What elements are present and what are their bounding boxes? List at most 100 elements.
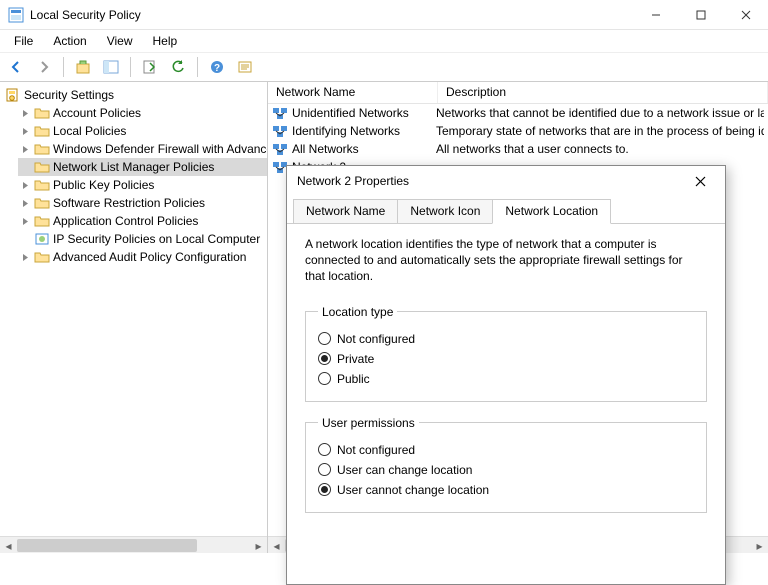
- location-description: A network location identifies the type o…: [305, 236, 685, 285]
- network-properties-dialog: Network 2 Properties Network Name Networ…: [286, 165, 726, 585]
- expander-icon[interactable]: [20, 144, 31, 155]
- minimize-button[interactable]: [633, 0, 678, 30]
- dialog-title-bar[interactable]: Network 2 Properties: [287, 166, 725, 196]
- expander-icon[interactable]: [20, 162, 31, 173]
- show-hide-tree-button[interactable]: [99, 55, 123, 79]
- close-button[interactable]: [723, 0, 768, 30]
- radio-perm-not-configured[interactable]: Not configured: [318, 440, 694, 460]
- expander-icon[interactable]: [20, 234, 31, 245]
- tab-network-icon[interactable]: Network Icon: [397, 199, 493, 224]
- radio-icon: [318, 372, 331, 385]
- scroll-left-arrow[interactable]: ◂: [0, 537, 17, 554]
- tree-root-label: Security Settings: [24, 88, 114, 102]
- network-icon: [272, 141, 288, 157]
- dialog-close-button[interactable]: [683, 169, 717, 193]
- expander-icon[interactable]: [20, 180, 31, 191]
- folder-icon: [34, 195, 50, 211]
- console-tree[interactable]: Security Settings Account Policies Local …: [0, 82, 267, 536]
- scroll-left-arrow[interactable]: ◂: [268, 537, 285, 553]
- tree-item[interactable]: Windows Defender Firewall with Advanced …: [18, 140, 267, 158]
- radio-perm-cannot-change[interactable]: User cannot change location: [318, 480, 694, 500]
- radio-private[interactable]: Private: [318, 349, 694, 369]
- radio-icon: [318, 463, 331, 476]
- properties-button[interactable]: [233, 55, 257, 79]
- toolbar-separator: [197, 57, 198, 77]
- network-name-cell: All Networks: [292, 142, 359, 156]
- expander-icon[interactable]: [20, 198, 31, 209]
- tree-item[interactable]: Local Policies: [18, 122, 267, 140]
- svg-text:?: ?: [214, 63, 220, 74]
- list-row[interactable]: Identifying Networks Temporary state of n…: [268, 122, 768, 140]
- tree-hscrollbar[interactable]: ◂ ▸: [0, 536, 267, 553]
- tree-item-label: Application Control Policies: [53, 214, 198, 228]
- menu-view[interactable]: View: [97, 32, 143, 50]
- expander-icon[interactable]: [20, 216, 31, 227]
- tree-pane: Security Settings Account Policies Local …: [0, 82, 268, 553]
- tree-item[interactable]: Advanced Audit Policy Configuration: [18, 248, 267, 266]
- tree-item[interactable]: Software Restriction Policies: [18, 194, 267, 212]
- radio-icon: [318, 483, 331, 496]
- expander-icon[interactable]: [20, 252, 31, 263]
- description-cell: Temporary state of networks that are in …: [436, 124, 764, 138]
- ipsec-icon: [34, 231, 50, 247]
- network-icon: [272, 105, 288, 121]
- user-permissions-group: User permissions Not configured User can…: [305, 416, 707, 513]
- tab-network-name[interactable]: Network Name: [293, 199, 398, 224]
- user-permissions-legend: User permissions: [318, 416, 419, 430]
- folder-icon: [34, 159, 50, 175]
- export-button[interactable]: [138, 55, 162, 79]
- toolbar: ?: [0, 52, 768, 82]
- tree-item[interactable]: IP Security Policies on Local Computer: [18, 230, 267, 248]
- radio-icon: [318, 352, 331, 365]
- tree-item-label: Software Restriction Policies: [53, 196, 205, 210]
- tree-item-label: Public Key Policies: [53, 178, 154, 192]
- menu-help[interactable]: Help: [143, 32, 188, 50]
- col-network-name[interactable]: Network Name: [268, 82, 438, 103]
- menu-bar: File Action View Help: [0, 30, 768, 52]
- menu-action[interactable]: Action: [43, 32, 96, 50]
- tree-item[interactable]: Network List Manager Policies: [18, 158, 267, 176]
- radio-not-configured[interactable]: Not configured: [318, 329, 694, 349]
- scroll-right-arrow[interactable]: ▸: [751, 537, 768, 553]
- dialog-tabs: Network Name Network Icon Network Locati…: [287, 198, 725, 224]
- scroll-thumb[interactable]: [17, 539, 197, 552]
- list-row[interactable]: All NetworksAll networks that a user con…: [268, 140, 768, 158]
- radio-perm-can-change[interactable]: User can change location: [318, 460, 694, 480]
- back-button[interactable]: [4, 55, 28, 79]
- tree-item[interactable]: Account Policies: [18, 104, 267, 122]
- expander-icon[interactable]: [20, 126, 31, 137]
- col-description[interactable]: Description: [438, 82, 768, 103]
- radio-icon: [318, 332, 331, 345]
- tree-item[interactable]: Public Key Policies: [18, 176, 267, 194]
- folder-icon: [34, 177, 50, 193]
- radio-label: Not configured: [337, 443, 415, 457]
- radio-label: Not configured: [337, 332, 415, 346]
- radio-icon: [318, 443, 331, 456]
- refresh-button[interactable]: [166, 55, 190, 79]
- expander-icon[interactable]: [20, 108, 31, 119]
- window-title: Local Security Policy: [30, 8, 141, 22]
- tree-item-label: Account Policies: [53, 106, 141, 120]
- menu-file[interactable]: File: [4, 32, 43, 50]
- description-cell: Networks that cannot be identified due t…: [436, 106, 764, 120]
- tree-item[interactable]: Application Control Policies: [18, 212, 267, 230]
- help-button[interactable]: ?: [205, 55, 229, 79]
- maximize-button[interactable]: [678, 0, 723, 30]
- tree-item-label: Windows Defender Firewall with Advanced …: [53, 142, 267, 156]
- dialog-title: Network 2 Properties: [297, 174, 683, 188]
- list-row[interactable]: Unidentified NetworksNetworks that canno…: [268, 104, 768, 122]
- radio-public[interactable]: Public: [318, 369, 694, 389]
- network-name-cell: Identifying Networks: [292, 124, 400, 138]
- forward-button[interactable]: [32, 55, 56, 79]
- folder-icon: [34, 123, 50, 139]
- folder-icon: [34, 141, 50, 157]
- tree-item-label: Network List Manager Policies: [53, 160, 214, 174]
- scroll-right-arrow[interactable]: ▸: [250, 537, 267, 554]
- radio-label: User can change location: [337, 463, 472, 477]
- tree-root[interactable]: Security Settings: [0, 86, 267, 104]
- tab-network-location[interactable]: Network Location: [492, 199, 611, 224]
- up-button[interactable]: [71, 55, 95, 79]
- toolbar-separator: [130, 57, 131, 77]
- list-header: Network Name Description: [268, 82, 768, 104]
- toolbar-separator: [63, 57, 64, 77]
